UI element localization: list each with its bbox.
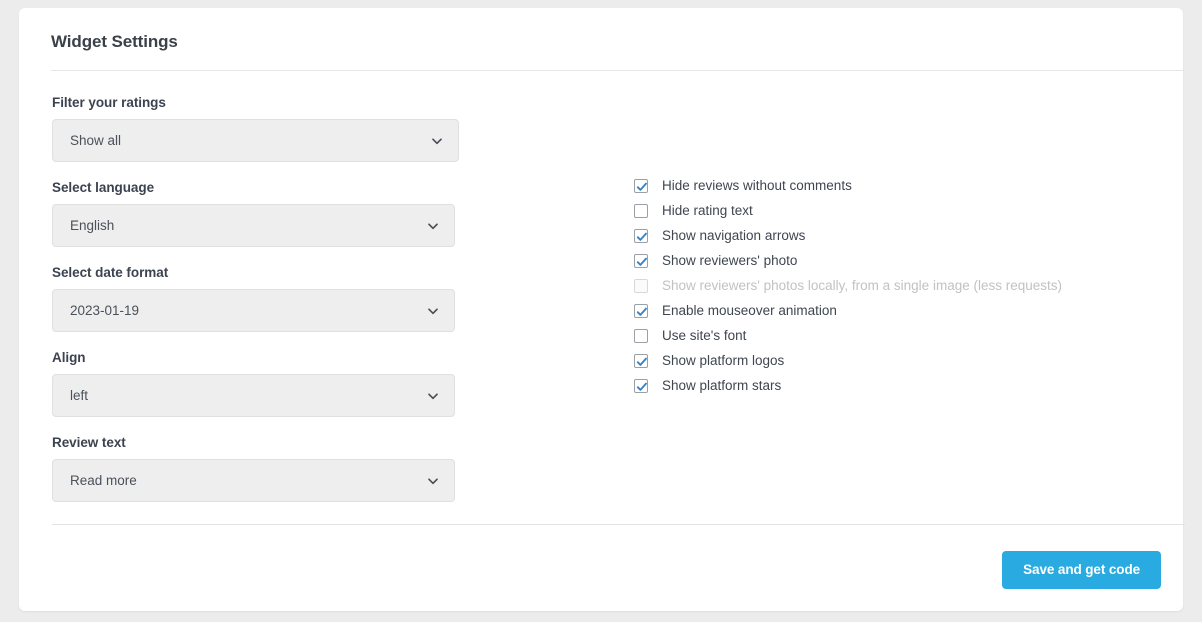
checkbox-checked-icon[interactable] xyxy=(634,229,648,243)
select-align-label: Align xyxy=(52,350,472,365)
show-platform-logos-label: Show platform logos xyxy=(662,353,784,368)
hide-reviews-without-comments-label: Hide reviews without comments xyxy=(662,178,852,193)
checkbox-row-show-reviewers-photo[interactable]: Show reviewers' photo xyxy=(634,248,1154,273)
chevron-down-icon xyxy=(427,305,439,317)
chevron-down-icon xyxy=(427,390,439,402)
card-header: Widget Settings xyxy=(19,8,1183,71)
checkbox-checked-icon[interactable] xyxy=(634,179,648,193)
checkbox-row-show-reviewers-photos-locally: Show reviewers' photos locally, from a s… xyxy=(634,273,1154,298)
chevron-down-icon xyxy=(427,475,439,487)
checkbox-unchecked-icon xyxy=(634,279,648,293)
use-sites-font-label: Use site's font xyxy=(662,328,746,343)
hide-rating-text-label: Hide rating text xyxy=(662,203,753,218)
checkbox-row-hide-reviews-without-comments[interactable]: Hide reviews without comments xyxy=(634,173,1154,198)
select-language-value: English xyxy=(53,218,114,233)
chevron-down-icon xyxy=(431,135,443,147)
field-group-select-language: Select language English xyxy=(52,180,472,247)
field-group-select-align: Align left xyxy=(52,350,472,417)
checkbox-checked-icon[interactable] xyxy=(634,304,648,318)
checkbox-checked-icon[interactable] xyxy=(634,379,648,393)
page-title: Widget Settings xyxy=(51,32,1151,52)
settings-body: Filter your ratings Show all Select langua… xyxy=(19,71,1183,521)
select-date-format-label: Select date format xyxy=(52,265,472,280)
checkbox-row-hide-rating-text[interactable]: Hide rating text xyxy=(634,198,1154,223)
select-align-value: left xyxy=(53,388,88,403)
show-navigation-arrows-label: Show navigation arrows xyxy=(662,228,805,243)
checkbox-unchecked-icon[interactable] xyxy=(634,204,648,218)
select-language-select[interactable]: English xyxy=(52,204,455,247)
select-review-text-value: Read more xyxy=(53,473,137,488)
select-date-format-value: 2023-01-19 xyxy=(53,303,139,318)
show-reviewers-photos-locally-label: Show reviewers' photos locally, from a s… xyxy=(662,278,1062,293)
select-date-format-select[interactable]: 2023-01-19 xyxy=(52,289,455,332)
filter-ratings-select[interactable]: Show all xyxy=(52,119,459,162)
checkbox-row-show-navigation-arrows[interactable]: Show navigation arrows xyxy=(634,223,1154,248)
checkbox-row-show-platform-stars[interactable]: Show platform stars xyxy=(634,373,1154,398)
checkbox-checked-icon[interactable] xyxy=(634,354,648,368)
select-review-text-label: Review text xyxy=(52,435,472,450)
select-fields-column: Filter your ratings Show all Select langua… xyxy=(52,95,472,520)
card-footer: Save and get code xyxy=(19,525,1183,611)
field-group-select-date-format: Select date format 2023-01-19 xyxy=(52,265,472,332)
checkbox-options-column: Hide reviews without comments Hide rating… xyxy=(634,173,1154,398)
show-reviewers-photo-label: Show reviewers' photo xyxy=(662,253,797,268)
select-align-select[interactable]: left xyxy=(52,374,455,417)
checkbox-row-show-platform-logos[interactable]: Show platform logos xyxy=(634,348,1154,373)
filter-ratings-value: Show all xyxy=(53,133,121,148)
field-group-select-review-text: Review text Read more xyxy=(52,435,472,502)
chevron-down-icon xyxy=(427,220,439,232)
filter-ratings-label: Filter your ratings xyxy=(52,95,472,110)
enable-mouseover-animation-label: Enable mouseover animation xyxy=(662,303,837,318)
checkbox-unchecked-icon[interactable] xyxy=(634,329,648,343)
select-language-label: Select language xyxy=(52,180,472,195)
checkbox-checked-icon[interactable] xyxy=(634,254,648,268)
widget-settings-card: Widget Settings Filter your ratings Show … xyxy=(19,8,1183,611)
select-review-text-select[interactable]: Read more xyxy=(52,459,455,502)
field-group-filter-ratings: Filter your ratings Show all xyxy=(52,95,472,162)
show-platform-stars-label: Show platform stars xyxy=(662,378,781,393)
save-and-get-code-button[interactable]: Save and get code xyxy=(1002,551,1161,589)
checkbox-row-use-sites-font[interactable]: Use site's font xyxy=(634,323,1154,348)
checkbox-row-enable-mouseover-animation[interactable]: Enable mouseover animation xyxy=(634,298,1154,323)
